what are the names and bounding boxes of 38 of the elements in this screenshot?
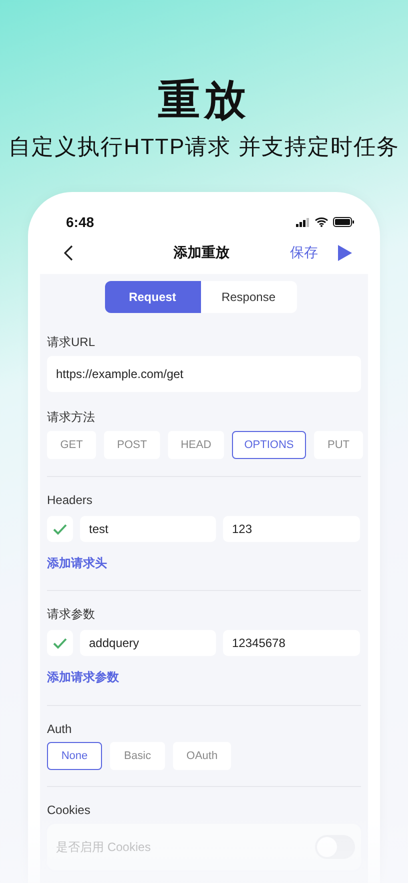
method-option[interactable]: OPTIONS: [232, 431, 306, 459]
back-icon[interactable]: [64, 245, 73, 261]
key-field[interactable]: test: [80, 516, 216, 542]
auth-option[interactable]: OAuth: [173, 742, 231, 770]
value-field[interactable]: 123: [223, 516, 360, 542]
play-icon[interactable]: [338, 245, 352, 261]
add-header-link[interactable]: 添加请求头: [47, 555, 107, 572]
url-field[interactable]: https://example.com/get: [47, 356, 361, 392]
params-label: 请求参数: [47, 606, 95, 622]
battery-icon: [333, 217, 354, 227]
hero-title: 重放: [158, 75, 250, 125]
screen-title: 添加重放: [172, 244, 230, 262]
cookies-toggle-label: 是否启用 Cookies: [56, 838, 151, 856]
method-option[interactable]: GET: [47, 431, 96, 459]
check-icon: [53, 638, 67, 648]
checkbox[interactable]: [47, 516, 73, 542]
save-button[interactable]: 保存: [290, 244, 318, 262]
method-label: 请求方法: [47, 409, 95, 425]
status-time: 6:48: [66, 214, 94, 230]
segment-tab[interactable]: Response: [200, 281, 296, 313]
method-option[interactable]: POST: [104, 431, 160, 459]
check-icon: [53, 524, 67, 534]
cookies-label: Cookies: [47, 802, 90, 818]
checkbox[interactable]: [47, 630, 73, 656]
auth-label: Auth: [47, 721, 72, 737]
method-option[interactable]: PUT: [314, 431, 363, 459]
wifi-icon: [315, 217, 328, 227]
hero-subtitle: 自定义执行HTTP请求 并支持定时任务: [8, 133, 400, 161]
headers-label: Headers: [47, 492, 92, 508]
key-field[interactable]: addquery: [80, 630, 216, 656]
signal-icon: [296, 218, 310, 226]
auth-option[interactable]: None: [47, 742, 102, 770]
auth-option[interactable]: Basic: [110, 742, 165, 770]
url-label: 请求URL: [47, 334, 96, 350]
method-option[interactable]: HEAD: [168, 431, 224, 459]
value-field[interactable]: 12345678: [223, 630, 360, 656]
add-param-link[interactable]: 添加请求参数: [47, 669, 119, 686]
segment-tab[interactable]: Request: [104, 281, 200, 313]
